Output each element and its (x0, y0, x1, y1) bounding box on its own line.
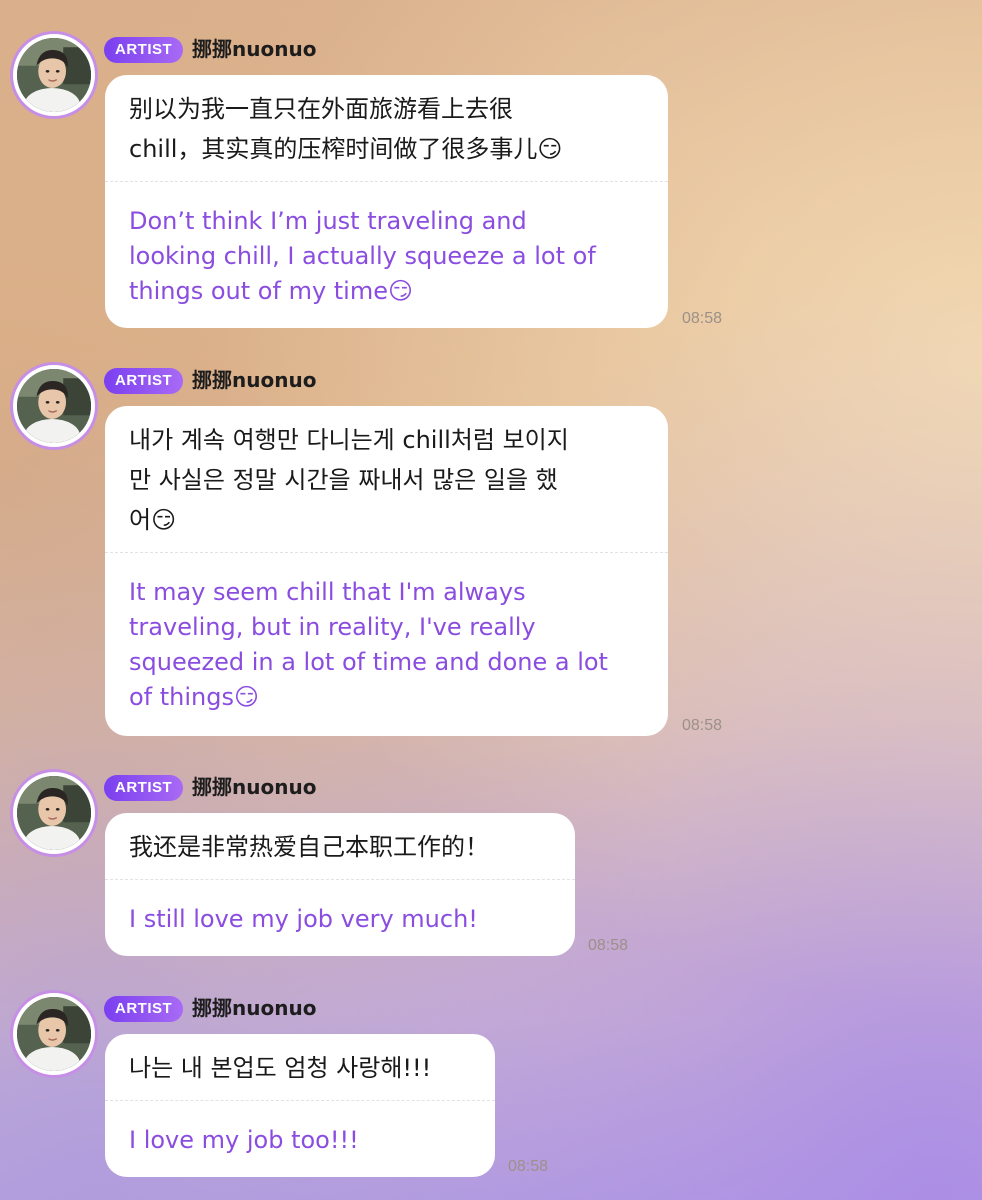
sender-name: 挪挪nuonuo (192, 368, 317, 392)
message-bubble[interactable]: 나는 내 본업도 엄청 사랑해!!! I love my job too!!! (105, 1034, 495, 1177)
timestamp: 08:58 (682, 717, 723, 734)
original-text: 나는 내 본업도 엄청 사랑해!!! (129, 1054, 432, 1082)
original-text: 내가 계속 여행만 다니는게 chill처럼 보이지 만 사실은 정말 시간을 … (129, 426, 569, 534)
avatar-photo (17, 38, 91, 112)
artist-badge: ARTIST (104, 368, 184, 394)
sender-name: 挪挪nuonuo (192, 996, 317, 1020)
avatar[interactable] (10, 990, 98, 1078)
sender-name: 挪挪nuonuo (192, 775, 317, 799)
avatar-photo (17, 369, 91, 443)
timestamp: 08:58 (508, 1158, 549, 1175)
translated-text: I still love my job very much! (129, 905, 478, 933)
sender-name: 挪挪nuonuo (192, 37, 317, 61)
message-bubble[interactable]: 我还是非常热爱自己本职工作的！ I still love my job very… (105, 813, 575, 956)
message-bubble[interactable]: 别以为我一直只在外面旅游看上去很 chill，其实真的压榨时间做了很多事儿😏 D… (105, 75, 668, 328)
original-text: 我还是非常热爱自己本职工作的！ (129, 833, 489, 861)
original-text: 别以为我一直只在外面旅游看上去很 chill，其实真的压榨时间做了很多事儿😏 (129, 95, 563, 163)
avatar[interactable] (10, 362, 98, 450)
artist-badge: ARTIST (104, 775, 184, 801)
artist-badge: ARTIST (104, 996, 184, 1022)
translated-text: It may seem chill that I'm always travel… (129, 578, 608, 711)
message-bubble[interactable]: 내가 계속 여행만 다니는게 chill처럼 보이지 만 사실은 정말 시간을 … (105, 406, 668, 736)
translated-text: Don’t think I’m just traveling and looki… (129, 207, 596, 305)
timestamp: 08:58 (682, 310, 723, 327)
translated-text: I love my job too!!! (129, 1126, 359, 1154)
timestamp: 08:58 (588, 937, 629, 954)
artist-badge: ARTIST (104, 37, 184, 63)
avatar-photo (17, 776, 91, 850)
avatar[interactable] (10, 769, 98, 857)
avatar-photo (17, 997, 91, 1071)
avatar[interactable] (10, 31, 98, 119)
